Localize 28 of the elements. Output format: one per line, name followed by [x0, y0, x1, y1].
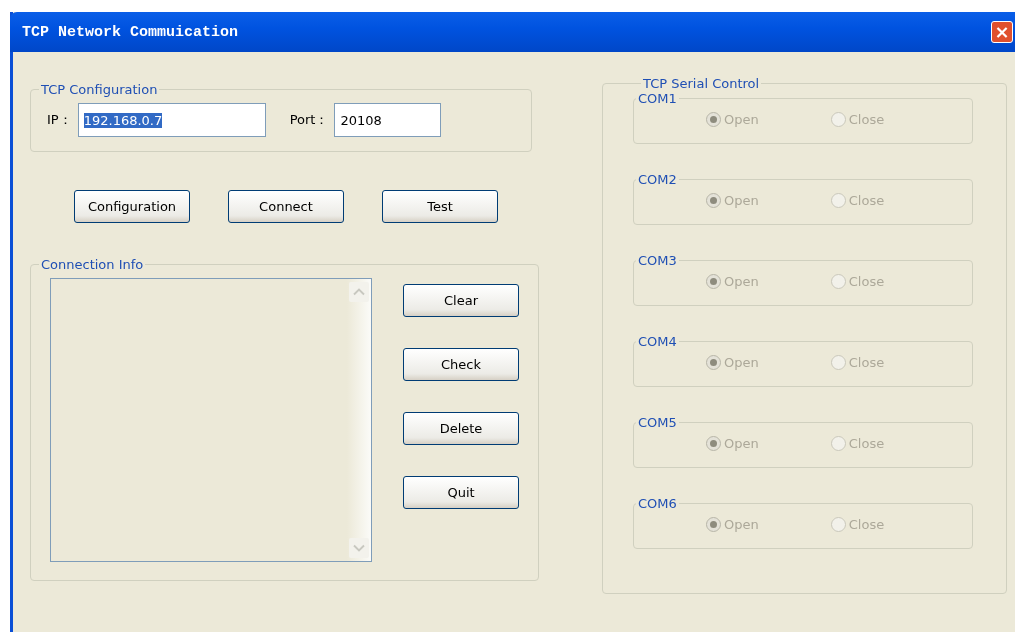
scroll-up-icon[interactable]	[349, 282, 369, 302]
port-title: COM6	[637, 496, 678, 511]
port-title: COM5	[637, 415, 678, 430]
group-title: TCP Configuration	[40, 82, 159, 97]
list-box[interactable]	[50, 278, 372, 562]
port-title: COM2	[637, 172, 678, 187]
field-label: IP：	[47, 111, 72, 129]
port-title: COM1	[637, 91, 678, 106]
action-button[interactable]: Clear	[403, 284, 519, 317]
action-button[interactable]: Quit	[403, 476, 519, 509]
field-value: 20108	[340, 112, 382, 128]
close-button[interactable]: ×	[991, 21, 1013, 43]
port-title: COM3	[637, 253, 678, 268]
field-label: Port：	[289, 111, 329, 129]
input-field[interactable]: 20108	[334, 103, 442, 137]
window-title: TCP Network Commuication	[22, 23, 239, 41]
input-field[interactable]: 192.168.0.7	[77, 103, 266, 137]
port-title: COM4	[637, 334, 678, 349]
action-button[interactable]: Connect	[228, 190, 344, 223]
scroll-down-icon[interactable]	[349, 538, 369, 558]
field-value: 192.168.0.7	[83, 112, 163, 128]
action-button[interactable]: Test	[382, 190, 498, 223]
group-title: Connection Info	[40, 257, 145, 272]
scroll-bar[interactable]	[347, 279, 371, 561]
group-title: TCP Serial Control	[642, 76, 761, 91]
action-button[interactable]: Delete	[403, 412, 519, 445]
action-button[interactable]: Configuration	[74, 190, 190, 223]
action-button[interactable]: Check	[403, 348, 519, 381]
